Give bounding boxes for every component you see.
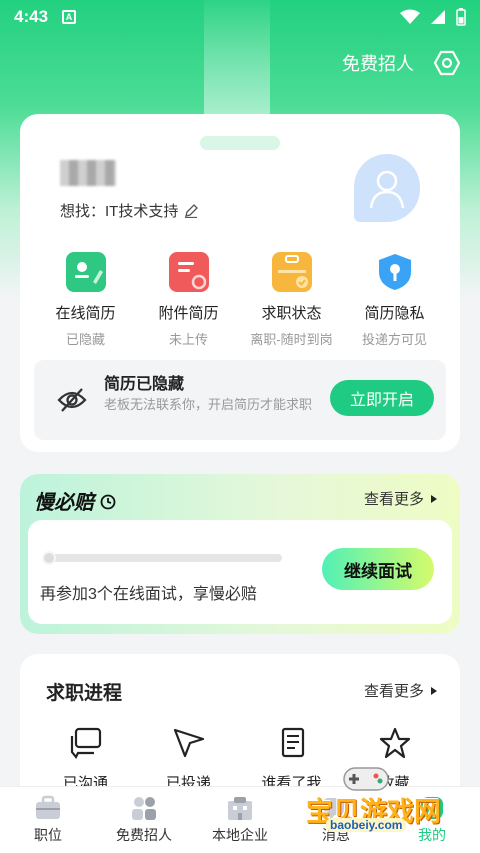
site-watermark: 宝贝游戏网 baobeiy.com	[300, 760, 450, 834]
status-icons	[400, 8, 466, 26]
job-progress-title: 求职进程	[46, 683, 123, 704]
quick-action-label: 附件简历	[158, 305, 219, 322]
online-resume-icon	[65, 252, 106, 292]
quick-action-attachment-resume[interactable]: 附件简历 未上传	[137, 252, 240, 348]
wifi-icon	[400, 9, 420, 24]
status-bar: 4:43 A	[0, 0, 480, 34]
quick-action-label: 简历隐私	[364, 305, 425, 322]
attachment-resume-icon	[168, 252, 209, 292]
job-seeking-label: 想找：IT技术支持	[60, 203, 179, 220]
quick-action-online-resume[interactable]: 在线简历 已隐藏	[34, 252, 137, 348]
status-time: 4:43	[14, 7, 49, 26]
people-icon	[132, 797, 156, 820]
avatar-person-icon	[369, 170, 405, 209]
gamepad-icon	[343, 767, 389, 791]
clock-icon	[100, 494, 115, 510]
eye-off-icon	[57, 388, 87, 412]
progress-item-communicated[interactable]: 已沟通	[34, 726, 137, 793]
slow-compensation-title: 慢必赔	[34, 486, 116, 515]
tab-label: 免费招人	[116, 827, 172, 843]
profile-card: 想找：IT技术支持 在线简历 已隐藏 附件简历 未上传 求职状态 离职-随时到岗…	[20, 114, 460, 452]
interview-progress-bar	[42, 551, 282, 565]
tab-label: 本地企业	[212, 827, 268, 843]
quick-action-resume-privacy[interactable]: 简历隐私 投递方可见	[343, 252, 446, 348]
open-resume-button[interactable]: 立即开启	[330, 380, 434, 416]
quick-action-status: 已隐藏	[65, 332, 105, 347]
progress-item-submitted[interactable]: 已投递	[137, 726, 240, 793]
quick-action-status: 离职-随时到岗	[250, 332, 333, 347]
signal-icon	[431, 10, 445, 24]
tab-free-recruit[interactable]: 免费招人	[96, 787, 192, 853]
more-label: 查看更多	[363, 491, 424, 508]
resume-hidden-desc: 老板无法联系你，开启简历才能求职	[104, 397, 313, 412]
progress-knob	[42, 551, 56, 565]
slow-compensation-panel: 再参加3个在线面试，享慢必赔 继续面试	[28, 520, 452, 624]
quick-action-label: 在线简历	[55, 305, 116, 322]
user-name-blurred	[60, 160, 116, 186]
more-label: 查看更多	[363, 683, 424, 700]
triangle-right-icon	[431, 686, 437, 695]
chat-bubbles-icon	[70, 727, 101, 760]
slow-compensation-text: 再参加3个在线面试，享慢必赔	[40, 586, 257, 603]
badge-clip	[200, 136, 280, 150]
job-progress-more-link[interactable]: 查看更多	[364, 680, 438, 701]
app-notification-icon: A	[62, 10, 77, 24]
battery-icon	[456, 8, 466, 26]
quick-action-status: 未上传	[168, 332, 208, 347]
top-bar: 免费招人	[342, 50, 460, 76]
slow-compensation-card: 慢必赔 查看更多 再参加3个在线面试，享慢必赔 继续面试	[20, 474, 460, 634]
resume-privacy-icon	[375, 252, 415, 292]
document-icon	[281, 727, 304, 758]
building-icon	[228, 797, 252, 820]
slow-compensation-more-link[interactable]: 查看更多	[364, 488, 438, 509]
quick-action-job-status[interactable]: 求职状态 离职-随时到岗	[240, 252, 343, 348]
settings-icon[interactable]	[434, 50, 460, 76]
quick-action-label: 求职状态	[261, 305, 322, 322]
tab-local-companies[interactable]: 本地企业	[192, 787, 288, 853]
tab-label: 职位	[34, 827, 62, 843]
triangle-right-icon	[431, 494, 437, 503]
watermark-url: baobeiy.com	[326, 818, 407, 832]
resume-hidden-banner: 简历已隐藏 老板无法联系你，开启简历才能求职 立即开启	[34, 360, 446, 440]
resume-hidden-title: 简历已隐藏	[104, 376, 185, 393]
continue-interview-button[interactable]: 继续面试	[322, 548, 434, 590]
slow-compensation-title-text: 慢必赔	[34, 492, 94, 514]
send-cursor-icon	[173, 728, 204, 758]
briefcase-icon	[36, 795, 60, 819]
free-recruit-link[interactable]: 免费招人	[342, 50, 414, 76]
edit-pencil-icon[interactable]	[184, 203, 199, 218]
quick-action-status: 投递方可见	[361, 332, 427, 347]
star-icon	[379, 727, 410, 759]
tab-jobs[interactable]: 职位	[0, 787, 96, 853]
job-status-icon	[271, 252, 312, 292]
job-seeking-row[interactable]: 想找：IT技术支持	[60, 200, 199, 221]
avatar[interactable]	[354, 154, 420, 222]
quick-actions: 在线简历 已隐藏 附件简历 未上传 求职状态 离职-随时到岗 简历隐私 投递方可…	[34, 252, 446, 348]
